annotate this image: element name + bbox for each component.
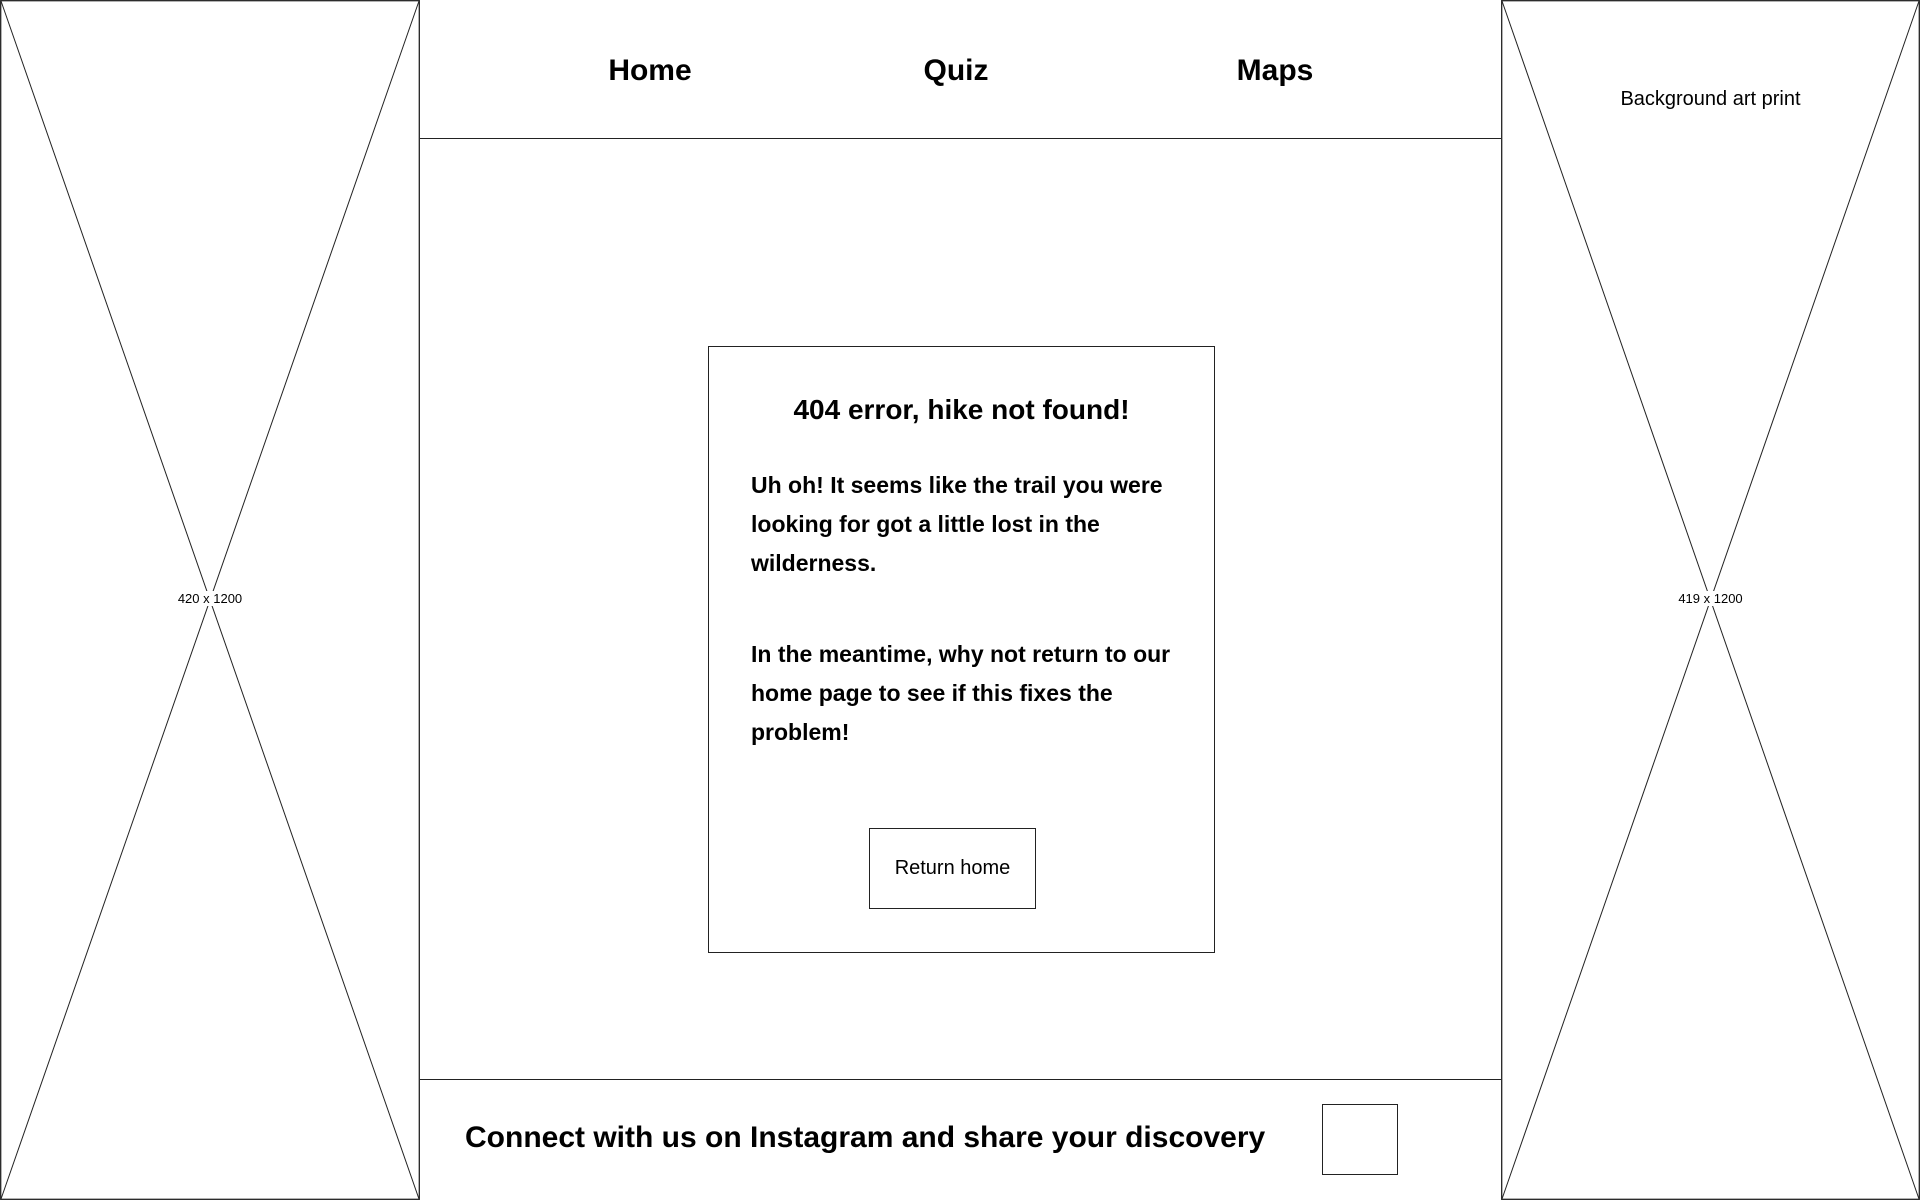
nav-home-link[interactable]: Home bbox=[608, 54, 691, 88]
return-home-button[interactable]: Return home bbox=[869, 828, 1036, 909]
main-content: 404 error, hike not found! Uh oh! It see… bbox=[420, 139, 1501, 1079]
placeholder-dimensions: 420 x 1200 bbox=[176, 591, 244, 606]
background-art-label: Background art print bbox=[1620, 88, 1801, 110]
footer-instagram-text: Connect with us on Instagram and share y… bbox=[465, 1121, 1266, 1154]
error-card: 404 error, hike not found! Uh oh! It see… bbox=[708, 346, 1215, 953]
nav-quiz-link[interactable]: Quiz bbox=[924, 54, 989, 88]
error-title: 404 error, hike not found! bbox=[793, 394, 1130, 425]
nav-maps-link[interactable]: Maps bbox=[1237, 54, 1314, 88]
placeholder-dimensions: 419 x 1200 bbox=[1677, 591, 1744, 606]
left-image-placeholder: 420 x 1200 bbox=[0, 0, 420, 1200]
instagram-icon[interactable] bbox=[1322, 1104, 1398, 1175]
error-suggestion: In the meantime, why not return to our h… bbox=[751, 641, 1171, 745]
right-image-placeholder: Background art print 419 x 1200 bbox=[1501, 0, 1920, 1200]
top-nav-bar: Home Quiz Maps bbox=[420, 0, 1501, 139]
error-message: Uh oh! It seems like the trail you were … bbox=[751, 472, 1163, 576]
footer: Connect with us on Instagram and share y… bbox=[420, 1079, 1501, 1201]
